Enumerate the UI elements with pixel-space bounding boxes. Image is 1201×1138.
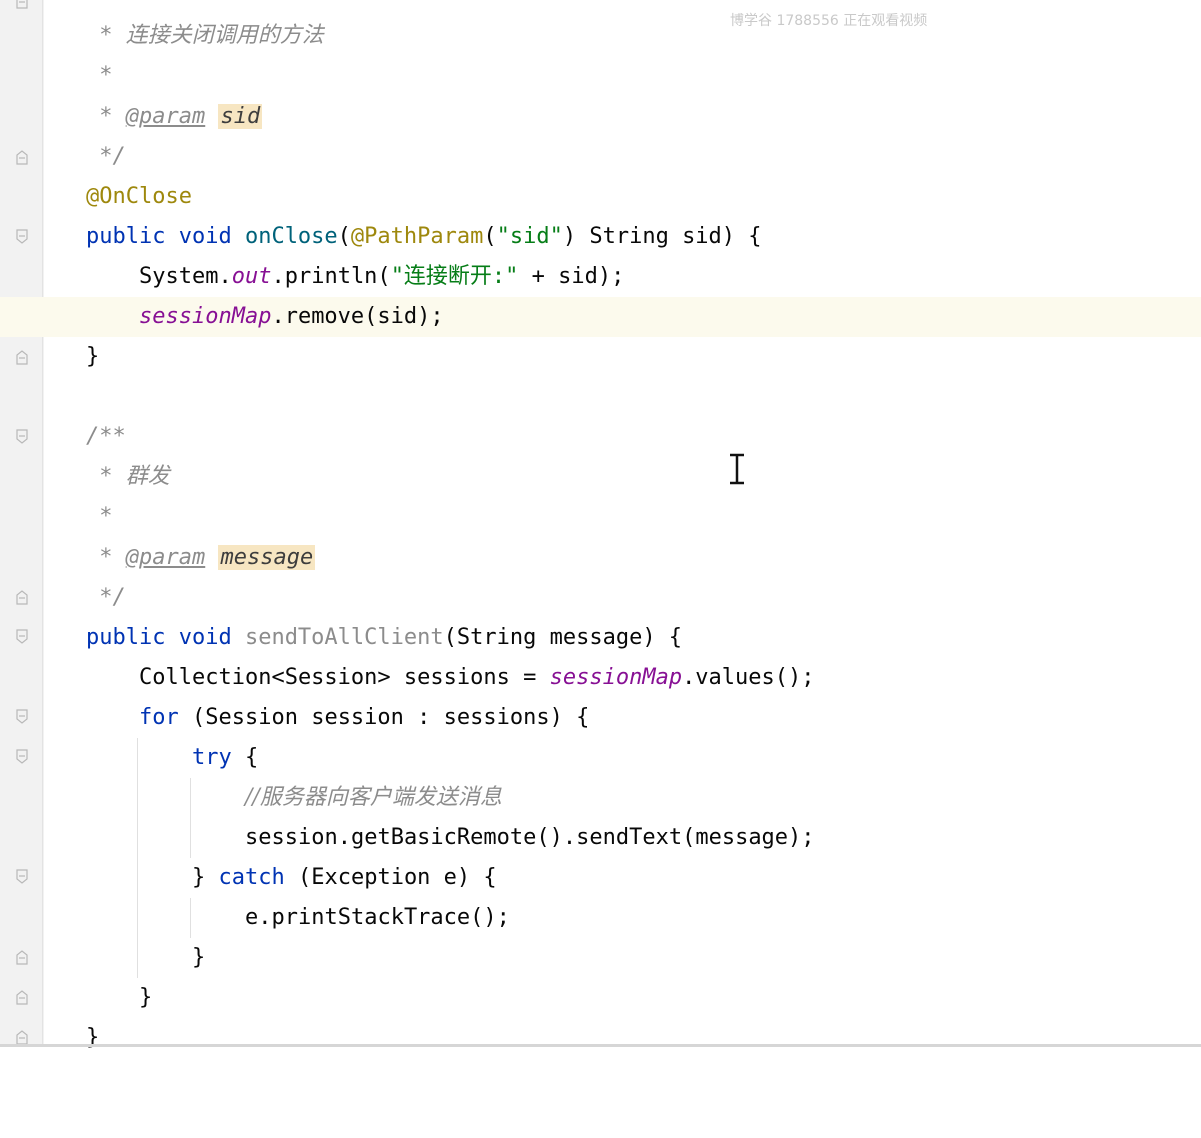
doc-comment-text: 连接关闭调用的方法 — [125, 23, 324, 48]
doc-param-name: sid — [218, 104, 263, 129]
code-text: + sid); — [518, 264, 625, 289]
code-text: } — [86, 344, 100, 369]
code-line: */ — [0, 137, 1201, 177]
method-name: sendToAllClient — [244, 625, 444, 650]
code-text: Collection<Session> sessions = — [139, 665, 550, 690]
code-text: } — [192, 865, 219, 890]
code-line: try { — [0, 738, 1201, 778]
code-line: * 连接关闭调用的方法 — [0, 16, 1201, 56]
code-text: { — [231, 745, 259, 770]
code-text: ) String sid) { — [562, 224, 762, 249]
code-text: session.getBasicRemote().sendText(messag… — [245, 825, 815, 850]
code-text: .remove(sid); — [271, 304, 444, 329]
code-line: } — [0, 978, 1201, 1018]
code-line: } — [0, 337, 1201, 377]
code-line: } catch (Exception e) { — [0, 858, 1201, 898]
string-literal: "连接断开:" — [390, 264, 519, 289]
code-line: //服务器向客户端发送消息 — [0, 778, 1201, 818]
doc-param-name: message — [218, 545, 316, 570]
code-line: for (Session session : sessions) { — [0, 698, 1201, 738]
doc-star: * — [86, 104, 126, 129]
code-line: * — [0, 56, 1201, 96]
code-text: (Exception e) { — [284, 865, 497, 890]
doc-star: * — [86, 63, 113, 88]
code-text: (Session session : sessions) { — [178, 705, 590, 730]
code-text: e.printStackTrace(); — [245, 905, 510, 930]
code-editor[interactable]: * 连接关闭调用的方法 * * @param sid */ @OnClose p… — [0, 0, 1201, 1050]
string-literal: "sid" — [496, 224, 563, 249]
code-line: * @param sid — [0, 97, 1201, 137]
code-line: * — [0, 497, 1201, 537]
keyword: public void — [86, 625, 245, 650]
keyword: try — [192, 745, 232, 770]
keyword: for — [139, 705, 179, 730]
keyword: public void — [86, 224, 245, 249]
doc-end: */ — [86, 585, 126, 610]
code-line: /** — [0, 417, 1201, 457]
code-text: } — [192, 945, 206, 970]
code-text: (String message) { — [443, 625, 683, 650]
doc-star: * — [86, 545, 126, 570]
method-name: onClose — [244, 224, 338, 249]
static-field: sessionMap — [139, 304, 272, 329]
doc-comment-text: 群发 — [125, 464, 170, 489]
code-line: Collection<Session> sessions = sessionMa… — [0, 658, 1201, 698]
line-comment: //服务器向客户端发送消息 — [245, 785, 502, 810]
static-field: sessionMap — [549, 665, 683, 690]
code-line: } — [0, 1018, 1201, 1058]
code-line: e.printStackTrace(); — [0, 898, 1201, 938]
code-text: .values(); — [682, 665, 815, 690]
doc-end: */ — [86, 144, 126, 169]
code-line: public void onClose(@PathParam("sid") St… — [0, 217, 1201, 257]
doc-star: * — [86, 23, 126, 48]
code-line: session.getBasicRemote().sendText(messag… — [0, 818, 1201, 858]
video-watermark: 博学谷 1788556 正在观看视频 — [730, 13, 928, 29]
static-field: out — [231, 264, 272, 289]
code-line: } — [0, 938, 1201, 978]
text-cursor-icon — [726, 452, 748, 486]
code-line: @OnClose — [0, 177, 1201, 217]
code-line: * 群发 — [0, 457, 1201, 497]
code-text: ( — [483, 224, 497, 249]
code-line: public void sendToAllClient(String messa… — [0, 618, 1201, 658]
doc-start: /** — [86, 424, 126, 449]
doc-star: * — [86, 504, 113, 529]
current-code-line: sessionMap.remove(sid); — [0, 297, 1201, 337]
code-line: System.out.println("连接断开:" + sid); — [0, 257, 1201, 297]
code-text: } — [139, 985, 153, 1010]
code-line: */ — [0, 578, 1201, 618]
annotation: @OnClose — [86, 184, 192, 209]
doc-tag: @param — [125, 545, 206, 570]
code-text: ( — [337, 224, 351, 249]
annotation: @PathParam — [350, 224, 484, 249]
doc-star: * — [86, 464, 126, 489]
code-text: .println( — [271, 264, 391, 289]
code-line: * @param message — [0, 538, 1201, 578]
keyword: catch — [218, 865, 285, 890]
code-text: System. — [139, 264, 232, 289]
doc-tag: @param — [125, 104, 206, 129]
